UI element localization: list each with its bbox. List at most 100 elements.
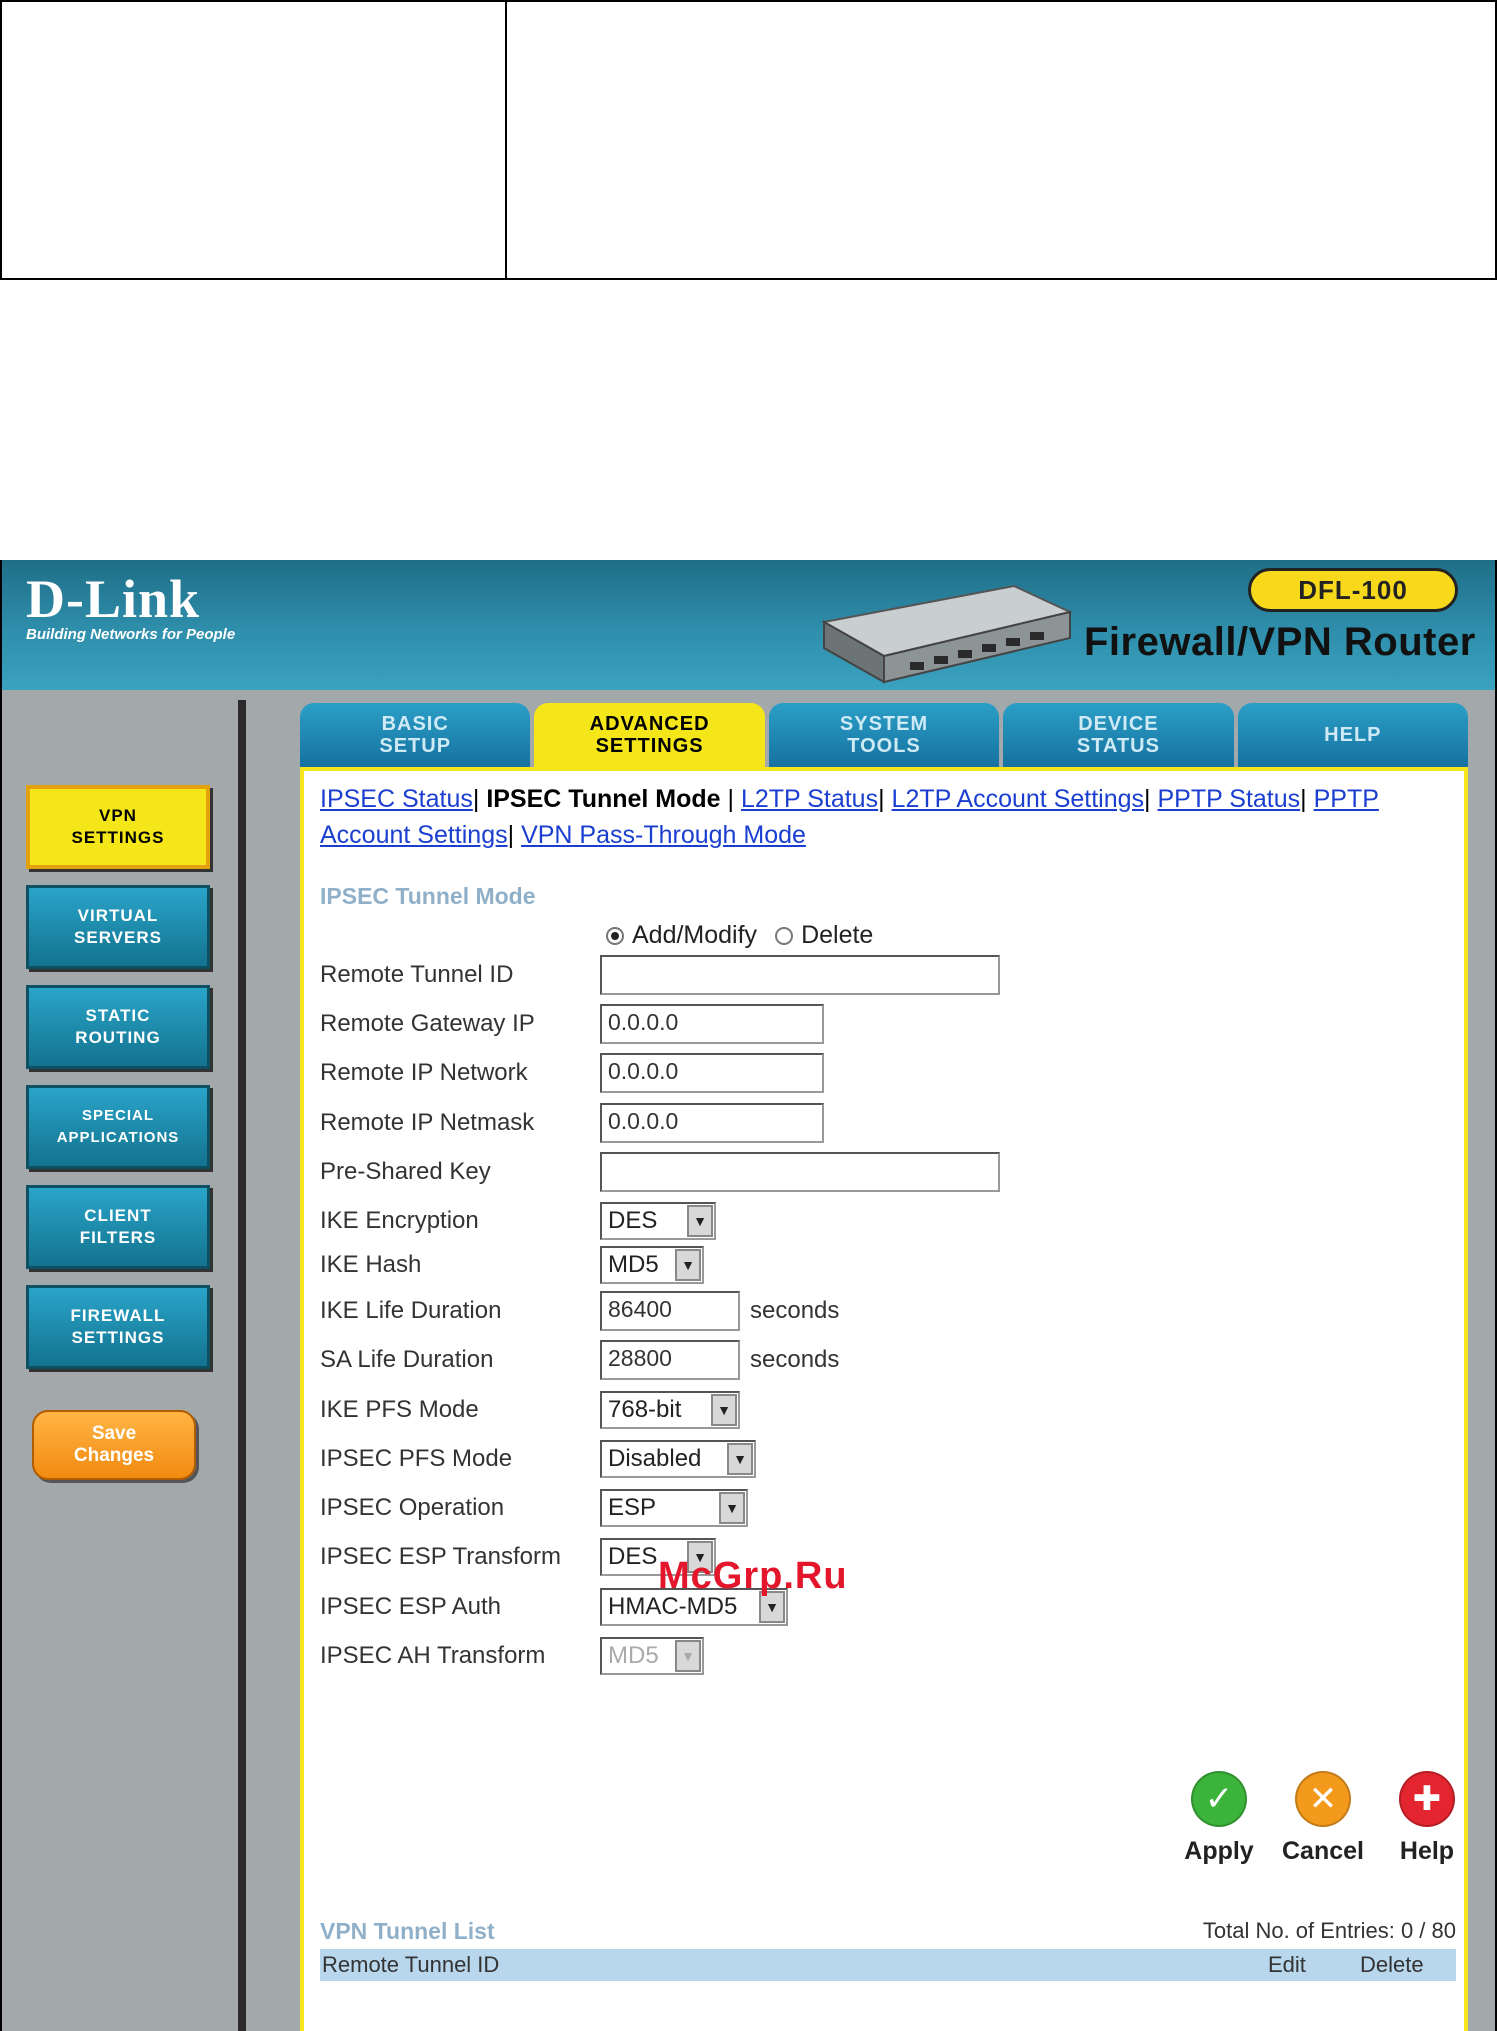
label-ike-life-duration: IKE Life Duration <box>320 1297 502 1324</box>
link-l2tp-account-settings[interactable]: L2TP Account Settings <box>892 785 1144 813</box>
label-ipsec-ah-transform: IPSEC AH Transform <box>320 1642 546 1669</box>
ike-encryption-select[interactable]: DES ▼ <box>600 1202 716 1240</box>
ike-pfs-mode-select[interactable]: 768-bit ▼ <box>600 1391 740 1429</box>
row-ike-hash: IKE Hash MD5 ▼ <box>320 1243 1420 1287</box>
chevron-down-icon: ▼ <box>711 1394 737 1426</box>
cancel-button[interactable]: ✕ Cancel <box>1278 1771 1368 1866</box>
vpn-tunnel-list-columns: Remote Tunnel ID Edit Delete <box>320 1949 1456 1981</box>
tab-advanced-settings[interactable]: ADVANCED SETTINGS <box>534 703 765 767</box>
row-ike-encryption: IKE Encryption DES ▼ <box>320 1199 1420 1243</box>
brand-tagline: Building Networks for People <box>26 626 236 643</box>
label-ike-pfs-mode: IKE PFS Mode <box>320 1396 479 1423</box>
remote-ip-network-input[interactable]: 0.0.0.0 <box>600 1053 824 1093</box>
column-edit: Edit <box>1268 1952 1306 1977</box>
link-vpn-pass-through-mode[interactable]: VPN Pass-Through Mode <box>521 821 806 849</box>
brand-logo: D-Link Building Networks for People <box>26 570 235 643</box>
apply-label: Apply <box>1184 1837 1254 1865</box>
tab-label: DEVICE STATUS <box>1076 713 1160 757</box>
link-l2tp-status[interactable]: L2TP Status <box>741 785 878 813</box>
chevron-down-icon: ▼ <box>687 1205 713 1237</box>
vpn-tunnel-list-total: Total No. of Entries: 0 / 80 <box>1202 1918 1456 1943</box>
content-panel: IPSEC Status| IPSEC Tunnel Mode | L2TP S… <box>300 767 1468 2031</box>
sidebar-item-static-routing[interactable]: STATIC ROUTING <box>26 985 210 1069</box>
column-delete: Delete <box>1360 1952 1424 1977</box>
label-remote-ip-network: Remote IP Network <box>320 1059 528 1086</box>
label-ipsec-pfs-mode: IPSEC PFS Mode <box>320 1445 513 1472</box>
separator: | <box>1144 785 1158 813</box>
label-ipsec-esp-transform: IPSEC ESP Transform <box>320 1543 561 1570</box>
tab-label: BASIC SETUP <box>379 713 452 757</box>
tab-label: SYSTEM TOOLS <box>839 713 929 757</box>
pre-shared-key-input[interactable] <box>600 1152 1000 1192</box>
separator: | <box>507 821 522 849</box>
row-ipsec-operation: IPSEC Operation ESP ▼ <box>320 1486 1420 1530</box>
row-remote-ip-network: Remote IP Network 0.0.0.0 <box>320 1051 1420 1095</box>
ipsec-operation-select[interactable]: ESP ▼ <box>600 1489 748 1527</box>
ipsec-pfs-mode-select[interactable]: Disabled ▼ <box>600 1440 756 1478</box>
tab-label: HELP <box>1324 724 1382 746</box>
ike-hash-value: MD5 <box>608 1251 659 1278</box>
ike-pfs-mode-value: 768-bit <box>608 1396 682 1423</box>
sidebar-item-virtual-servers[interactable]: VIRTUAL SERVERS <box>26 885 210 969</box>
label-pre-shared-key: Pre-Shared Key <box>320 1158 491 1185</box>
vpn-tunnel-list-title: VPN Tunnel List <box>320 1917 495 1944</box>
sidebar-item-client-filters[interactable]: CLIENT FILTERS <box>26 1185 210 1269</box>
separator: | <box>472 785 487 813</box>
tab-device-status[interactable]: DEVICE STATUS <box>1003 703 1234 767</box>
ike-life-duration-input[interactable]: 86400 <box>600 1291 740 1331</box>
save-changes-label: Save Changes <box>73 1423 155 1466</box>
tab-basic-setup[interactable]: BASIC SETUP <box>300 703 531 767</box>
sidebar-item-special-applications[interactable]: SPECIAL APPLICATIONS <box>26 1085 210 1169</box>
label-remote-tunnel-id: Remote Tunnel ID <box>320 961 514 988</box>
sidebar-item-label: FIREWALL SETTINGS <box>70 1306 166 1347</box>
table-cell-right <box>507 2 1495 278</box>
help-button[interactable]: ✚ Help <box>1382 1771 1472 1866</box>
sidebar-item-label: VPN SETTINGS <box>71 806 165 847</box>
sa-life-duration-input[interactable]: 28800 <box>600 1340 740 1380</box>
ike-hash-select[interactable]: MD5 ▼ <box>600 1246 704 1284</box>
label-ipsec-esp-auth: IPSEC ESP Auth <box>320 1593 501 1620</box>
apply-button[interactable]: ✓ Apply <box>1174 1771 1264 1866</box>
label-ike-encryption: IKE Encryption <box>320 1207 479 1234</box>
remote-gateway-ip-input[interactable]: 0.0.0.0 <box>600 1004 824 1044</box>
save-changes-button[interactable]: Save Changes <box>32 1410 196 1480</box>
row-ipsec-ah-transform: IPSEC AH Transform MD5 ▼ <box>320 1634 1420 1678</box>
link-ipsec-tunnel-mode-current: IPSEC Tunnel Mode <box>486 785 721 813</box>
chevron-down-icon: ▼ <box>727 1443 753 1475</box>
help-label: Help <box>1399 1837 1455 1865</box>
row-ike-pfs-mode: IKE PFS Mode 768-bit ▼ <box>320 1388 1420 1432</box>
model-badge: DFL-100 <box>1248 568 1458 612</box>
product-name: Firewall/VPN Router <box>1084 620 1476 664</box>
mode-radio-group: Add/Modify Delete <box>606 921 873 950</box>
tab-system-tools[interactable]: SYSTEM TOOLS <box>768 703 1000 767</box>
cancel-x-icon: ✕ <box>1295 1771 1351 1827</box>
row-ipsec-esp-auth: IPSEC ESP Auth HMAC-MD5 ▼ <box>320 1585 1420 1629</box>
row-remote-gateway-ip: Remote Gateway IP 0.0.0.0 <box>320 1002 1420 1046</box>
separator: | <box>1300 785 1314 813</box>
ike-life-unit: seconds <box>750 1297 840 1324</box>
radio-add-modify-label: Add/Modify <box>632 921 758 949</box>
radio-delete[interactable] <box>775 926 794 945</box>
checkmark-icon: ✓ <box>1191 1771 1247 1827</box>
remote-ip-netmask-input[interactable]: 0.0.0.0 <box>600 1103 824 1143</box>
document-table <box>0 0 1497 280</box>
action-buttons: ✓ Apply ✕ Cancel ✚ Help <box>1174 1771 1472 1866</box>
remote-tunnel-id-input[interactable] <box>600 955 1000 995</box>
sidebar-item-firewall-settings[interactable]: FIREWALL SETTINGS <box>26 1285 210 1369</box>
section-title: IPSEC Tunnel Mode <box>320 883 536 909</box>
cancel-label: Cancel <box>1282 1837 1364 1865</box>
row-pre-shared-key: Pre-Shared Key <box>320 1150 1420 1194</box>
link-pptp-status[interactable]: PPTP Status <box>1157 785 1300 813</box>
label-sa-life-duration: SA Life Duration <box>320 1346 494 1373</box>
radio-add-modify[interactable] <box>606 926 624 945</box>
row-ike-life-duration: IKE Life Duration 86400 seconds <box>320 1289 1420 1333</box>
link-ipsec-status[interactable]: IPSEC Status <box>320 785 473 813</box>
sidebar-item-label: STATIC ROUTING <box>75 1006 161 1047</box>
radio-delete-label: Delete <box>801 921 874 949</box>
label-ipsec-operation: IPSEC Operation <box>320 1494 505 1521</box>
ipsec-operation-value: ESP <box>608 1494 657 1521</box>
ipsec-pfs-mode-value: Disabled <box>608 1445 702 1472</box>
sa-life-unit: seconds <box>750 1346 840 1373</box>
tab-help[interactable]: HELP <box>1237 703 1469 767</box>
sidebar-item-vpn-settings[interactable]: VPN SETTINGS <box>26 785 210 869</box>
